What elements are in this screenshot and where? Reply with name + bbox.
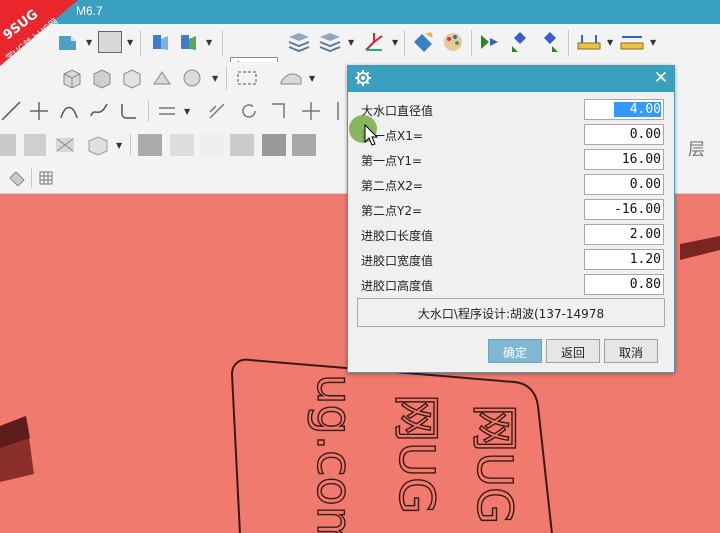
move-icon[interactable] (300, 100, 322, 122)
title-bar: M6.7 (0, 0, 720, 24)
hidden-edges-icon[interactable] (54, 134, 76, 156)
ok-button[interactable]: 确定 (488, 339, 542, 363)
measure-icon[interactable] (576, 31, 602, 53)
program-info-label: 大水口\程序设计:胡波(137-14978 (357, 298, 665, 327)
mouse-cursor-icon (364, 124, 378, 146)
surface-icon[interactable] (278, 66, 304, 90)
swatch-2-icon[interactable] (170, 134, 194, 156)
field-label: 大水口直径值 (361, 104, 434, 118)
sprue-diameter-input[interactable]: 4.00 (584, 99, 664, 120)
field-label: 第一点Y1= (361, 154, 423, 168)
color-swatch-icon[interactable] (98, 31, 122, 53)
sphere-cut-icon[interactable] (180, 66, 204, 90)
field-row: 第二点X2= 0.00 (348, 172, 674, 197)
swatch-5-icon[interactable] (262, 134, 286, 156)
box-icon[interactable] (60, 66, 84, 90)
field-label: 第二点X2= (361, 179, 423, 193)
chevron-down-icon[interactable]: ▼ (206, 38, 212, 47)
feature-2-icon[interactable] (178, 31, 200, 53)
window-title: M6.7 (76, 4, 103, 18)
field-label: 进胶口宽度值 (361, 254, 434, 268)
fillet-icon[interactable] (118, 100, 140, 122)
feature-icon[interactable] (150, 31, 172, 53)
snap-2-icon[interactable] (508, 30, 532, 54)
paint-icon[interactable] (441, 30, 467, 54)
line-icon[interactable] (0, 100, 22, 122)
wireframe-icon[interactable] (86, 134, 110, 156)
site-logo: 9SUG 学UG就上UG网 (0, 0, 78, 66)
toolbar-row-1: ▼ ▼ ▼ 1 ▼ ▼ ▼ ▼ ▼ (0, 24, 720, 77)
mirror-icon[interactable] (330, 100, 346, 122)
point1-y-input[interactable]: 16.00 (584, 149, 664, 170)
layer-stack-icon[interactable] (287, 31, 311, 53)
close-icon[interactable]: ✕ (654, 68, 668, 88)
chamfer-icon[interactable] (206, 100, 228, 122)
rotate-icon[interactable] (238, 100, 260, 122)
field-row: 第二点Y2= -16.00 (348, 197, 674, 222)
field-row: 进胶口长度值 2.00 (348, 222, 674, 247)
spline-icon[interactable] (88, 100, 110, 122)
edit-object-icon[interactable] (411, 30, 437, 54)
chevron-down-icon[interactable]: ▼ (309, 74, 315, 83)
chevron-down-icon[interactable]: ▼ (127, 38, 133, 47)
point2-y-input[interactable]: -16.00 (584, 199, 664, 220)
point1-x-input[interactable]: 0.00 (584, 124, 664, 145)
field-row: 进胶口宽度值 1.20 (348, 247, 674, 272)
field-label: 进胶口长度值 (361, 229, 434, 243)
field-row: 进胶口高度值 0.80 (348, 272, 674, 297)
chevron-down-icon[interactable]: ▼ (212, 74, 218, 83)
curve-icon[interactable] (58, 100, 80, 122)
field-row: 大水口直径值 4.00 (348, 97, 674, 122)
sketch-icon[interactable] (234, 66, 260, 90)
gate-length-input[interactable]: 2.00 (584, 224, 664, 245)
field-label: 第二点Y2= (361, 204, 423, 218)
point2-x-input[interactable]: 0.00 (584, 174, 664, 195)
chevron-down-icon[interactable]: ▼ (86, 38, 92, 47)
display-mode-icon[interactable] (0, 134, 16, 156)
field-row: 第一点Y1= 16.00 (348, 147, 674, 172)
trim-icon[interactable] (28, 100, 50, 122)
swatch-1-icon[interactable] (138, 134, 162, 156)
swatch-3-icon[interactable] (200, 134, 224, 156)
dialog-header: ✕ (348, 66, 674, 92)
gate-height-input[interactable]: 0.80 (584, 274, 664, 295)
extend-icon[interactable] (268, 100, 290, 122)
cancel-button[interactable]: 取消 (604, 339, 658, 363)
grid-icon[interactable] (38, 170, 54, 186)
field-row: 第一点X1= 0.00 (348, 122, 674, 147)
selection-icon[interactable] (8, 170, 26, 186)
field-label: 进胶口高度值 (361, 279, 434, 293)
swatch-6-icon[interactable] (292, 134, 316, 156)
chevron-down-icon[interactable]: ▼ (650, 38, 656, 47)
swatch-4-icon[interactable] (230, 134, 254, 156)
measure-distance-icon[interactable] (619, 31, 645, 53)
block-icon[interactable] (90, 66, 114, 90)
chevron-down-icon[interactable]: ▼ (607, 38, 613, 47)
gate-parameters-dialog: ✕ 大水口直径值 4.00 第一点X1= 0.00 第一点Y1= 16.00 第… (347, 65, 675, 373)
wedge-icon[interactable] (150, 66, 174, 90)
chevron-down-icon[interactable]: ▼ (116, 141, 122, 150)
gate-width-input[interactable]: 1.20 (584, 249, 664, 270)
gear-icon[interactable] (355, 70, 371, 86)
chevron-down-icon[interactable]: ▼ (348, 38, 354, 47)
engraved-text-middle: 网UG (388, 394, 444, 514)
wcs-icon[interactable] (362, 30, 386, 54)
snap-icon[interactable] (478, 32, 502, 52)
layer-label[interactable]: 层 (688, 135, 705, 160)
layer-settings-icon[interactable] (318, 31, 342, 53)
engraved-text-left: ug.com (306, 374, 362, 533)
engraved-text-right: 网UG (466, 404, 522, 524)
chevron-down-icon[interactable]: ▼ (184, 107, 190, 116)
shaded-icon[interactable] (24, 134, 46, 156)
chevron-down-icon[interactable]: ▼ (392, 38, 398, 47)
back-button[interactable]: 返回 (546, 339, 600, 363)
snap-3-icon[interactable] (538, 30, 562, 54)
cube-icon[interactable] (120, 66, 144, 90)
field-value: 4.00 (613, 102, 661, 117)
offset-icon[interactable] (156, 100, 178, 122)
